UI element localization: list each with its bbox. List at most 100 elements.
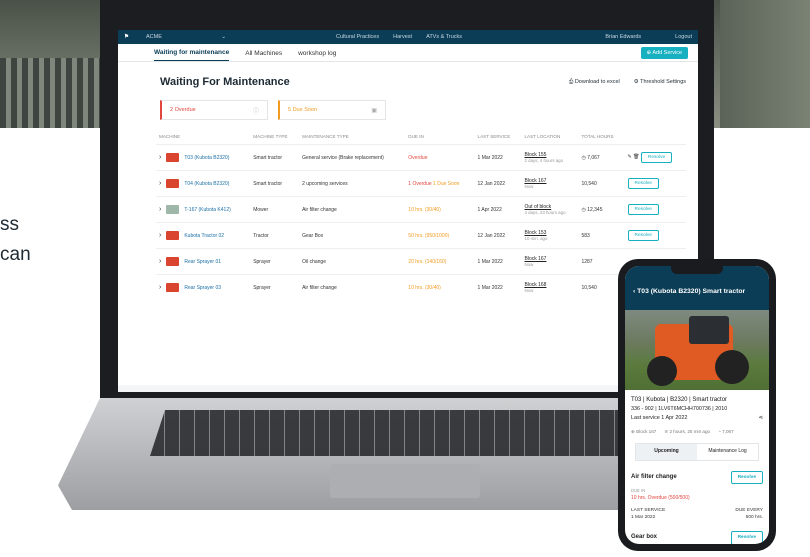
last-service: 1 Mar 2022 [474,144,522,171]
resolve-button[interactable]: Resolve [627,178,659,189]
col-machine-type: MACHINE TYPE [253,134,288,139]
due-overdue: 1 Overdue [408,180,432,187]
last-service: Last service 1 Apr 2022 [631,414,688,421]
location-time: 10 min. ago [524,236,548,241]
total-hours: 1287 [578,248,625,275]
machine-link[interactable]: T03 (Kubota B2320) [184,155,229,161]
nav-atvs-trucks[interactable]: ATVs & Trucks [426,34,462,40]
phone-notch [671,266,723,274]
tab-upcoming[interactable]: Upcoming [636,444,697,460]
location-icon: ⊕ [631,429,635,435]
resolve-button[interactable]: Resolve [640,152,673,163]
marketing-text-2: can [0,244,31,265]
laptop-keyboard [150,410,650,456]
table-row[interactable]: › Rear Sprayer 01 Sprayer Oil change 20 h… [156,248,686,275]
machine-link[interactable]: Kubota Tractor 02 [184,233,224,239]
expand-icon[interactable]: › [159,258,161,265]
expand-icon[interactable]: › [159,206,161,213]
org-selector[interactable]: ACME ⌄ [146,34,226,40]
tab-waiting-for-maintenance[interactable]: Waiting for maintenance [154,49,230,61]
due-soon-card[interactable]: 5 Due Soon ▣ [278,100,386,120]
col-last-location: LAST LOCATION [524,134,561,139]
last-service-value: 1 Mar 2022 [631,515,656,520]
logout-link[interactable]: Logout [675,34,692,40]
threshold-label: Threshold Settings [640,78,686,85]
total-hours: 12,345 [587,206,603,213]
expand-icon[interactable]: › [159,180,161,187]
gear-icon: ⚙ [633,78,639,85]
tab-all-machines[interactable]: All Machines [245,50,282,61]
resolve-button[interactable]: Resolve [627,204,659,215]
tab-maintenance-log[interactable]: Maintenance Log [697,444,758,460]
overdue-card[interactable]: 2 Overdue ⓘ [160,100,268,120]
machine-link[interactable]: Rear Sprayer 03 [184,285,221,291]
page-title: Waiting For Maintenance [160,76,290,88]
col-total-hours: TOTAL HOURS [581,134,614,139]
block-name: Block 167 [636,429,657,435]
col-maintenance-type: MAINTENANCE TYPE [302,134,349,139]
machine-thumbnail [166,257,180,266]
expand-icon[interactable]: › [159,284,161,291]
share-icon[interactable]: ⋖ [758,414,763,422]
expand-icon[interactable]: › [159,154,161,161]
table-row[interactable]: › T04 (Kubota B2320) Smart tractor 2 upco… [156,170,686,197]
total-hours: 7,067 [587,154,600,161]
maintenance-type: 2 upcoming services [299,170,406,197]
table-row[interactable]: › Kubota Tractor 02 Tractor Gear Box 50 h… [156,222,686,249]
wifi-icon: ≋ [664,429,669,435]
col-due-in: DUE IN [408,134,424,139]
maintenance-type: Air filter change [299,196,406,223]
due-value: 10 hrs. Overdue (500/500) [631,494,690,501]
col-actions [625,134,686,145]
tab-workshop-log[interactable]: workshop log [298,50,336,61]
top-bar: ⚑ ACME ⌄ Cultural Practices Harvest ATVs… [118,30,698,44]
due-in: Overdue [405,144,475,171]
top-nav: Cultural Practices Harvest ATVs & Trucks [336,34,462,40]
back-icon[interactable]: ‹ [633,288,635,295]
download-label: Download to excel [574,78,620,85]
due-in: 50 hrs. (950/1000) [405,222,475,249]
machine-link[interactable]: T-167 (Kubota K412) [184,207,230,213]
col-last-service: LAST SERVICE [477,134,511,139]
user-name[interactable]: Brian Edwards [605,34,641,40]
tractor-wheel-rear [715,350,749,384]
download-excel-button[interactable]: ⎙ Download to excel [569,79,620,86]
nav-harvest[interactable]: Harvest [393,34,412,40]
edit-icon[interactable]: ✎ [628,154,632,160]
expand-icon[interactable]: › [159,232,161,239]
add-service-button[interactable]: ⊕ Add Service [640,47,688,59]
machine-type: Smart tractor [250,170,300,197]
due-soon-count: 5 Due Soon [288,107,318,113]
due-in: 10 hrs. (30/40) [405,274,475,301]
marketing-scene: ss can ⚑ ACME ⌄ Cultural Practices Harve… [0,0,810,557]
last-service-label: LAST SERVICE [631,507,666,513]
machine-link[interactable]: T04 (Kubota B2320) [184,181,229,187]
resolve-button[interactable]: Resolve [627,230,659,241]
resolve-button-2[interactable]: Resolve [730,531,763,544]
resolve-button[interactable]: Resolve [730,470,763,485]
due-in: 10 hrs. (30/40) [405,196,475,223]
nav-cultural-practices[interactable]: Cultural Practices [336,34,379,40]
machine-link[interactable]: Rear Sprayer 01 [184,259,221,265]
next-service-name: Gear box [631,534,658,541]
table-row[interactable]: › T-167 (Kubota K412) Mower Air filter ch… [156,196,686,223]
machine-type: Mower [250,196,300,223]
location-time: 4 days, 23 hours ago [524,210,566,215]
location-time: Now [524,262,534,267]
total-hours: 10,540 [578,170,625,197]
laptop-screen: ⚑ ACME ⌄ Cultural Practices Harvest ATVs… [118,30,698,392]
due-in: 20 hrs. (140/160) [405,248,475,275]
threshold-settings-button[interactable]: ⚙ Threshold Settings [634,79,686,86]
machine-thumbnail [166,153,180,162]
phone-tabs: Upcoming Maintenance Log [635,443,759,461]
phone-title: T03 (Kubota B2320) Smart tractor [637,288,746,295]
delete-icon[interactable]: 🗑 [633,154,639,160]
last-service: 12 Jan 2022 [474,222,522,249]
hours-info: ◔ 7,067 [718,428,734,435]
due-soon: 1 Due Soon [433,180,460,187]
table-row[interactable]: › Rear Sprayer 03 Sprayer Air filter chan… [156,274,686,301]
machine-thumbnail [166,283,180,293]
app-logo-icon[interactable]: ⚑ [124,34,134,40]
table-row[interactable]: › T03 (Kubota B2320) Smart tractor Genera… [156,144,686,171]
download-icon: ⎙ [568,78,574,85]
